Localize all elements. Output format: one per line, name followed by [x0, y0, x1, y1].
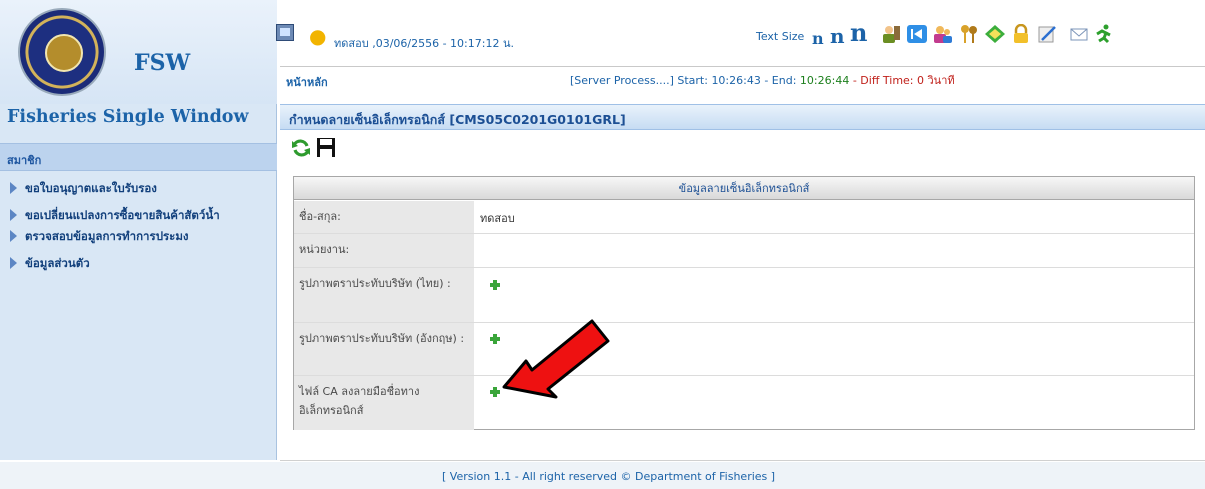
form-header: ข้อมูลลายเซ็นอิเล็กทรอนิกส์	[294, 177, 1194, 200]
name-value: ทดสอบ	[480, 212, 515, 225]
mail-icon[interactable]	[1070, 24, 1088, 44]
text-size-large-button[interactable]: n	[850, 18, 867, 47]
sidebar-item-label: ขอเปลี่ยนแปลงการซื้อขายสินค้าสัตว์น้ำ	[25, 208, 220, 222]
server-prefix: [Server Process....] Start:	[570, 74, 712, 87]
arrow-right-icon	[10, 182, 17, 194]
sidebar-item-label: ขอใบอนุญาตและใบรับรอง	[25, 181, 157, 195]
annotation-arrow-icon	[502, 319, 610, 399]
footer: [ Version 1.1 - All right reserved © Dep…	[0, 462, 1205, 489]
server-diff-time: - Diff Time: 0 วินาที	[849, 74, 955, 87]
server-end-label: - End:	[760, 74, 800, 87]
users-icon[interactable]	[932, 24, 954, 44]
text-size-medium-button[interactable]: n	[830, 24, 845, 48]
arrow-right-icon	[10, 230, 17, 242]
arrow-right-icon	[10, 209, 17, 221]
footer-text: [ Version 1.1 - All right reserved © Dep…	[442, 470, 776, 483]
add-stamp-thai-plus-icon[interactable]	[490, 280, 500, 290]
logout-running-icon[interactable]	[1092, 24, 1114, 44]
page-title: กำหนดลายเซ็นอิเล็กทรอนิกส์ [CMS05C0201G0…	[289, 112, 626, 127]
field-label: หน่วยงาน:	[294, 234, 474, 267]
sidebar: FSW Fisheries Single Window สมาชิก ขอใบอ…	[0, 0, 277, 460]
seal-emblem	[45, 34, 83, 72]
member-section-bar: สมาชิก	[0, 143, 277, 171]
brand-full: Fisheries Single Window	[7, 107, 249, 127]
department-seal-logo	[18, 8, 106, 96]
field-label: รูปภาพตราประทับบริษัท (ไทย) :	[294, 268, 474, 322]
top-divider	[280, 66, 1205, 67]
refresh-icon[interactable]	[291, 138, 311, 158]
form-row-name: ชื่อ-สกุล: ทดสอบ	[294, 201, 1194, 234]
form-row-agency: หน่วยงาน:	[294, 234, 1194, 268]
text-size-small-button[interactable]: n	[812, 29, 824, 48]
sidebar-item-profile[interactable]: ข้อมูลส่วนตัว	[0, 249, 277, 276]
keys-icon[interactable]	[958, 24, 980, 44]
signature-form: ข้อมูลลายเซ็นอิเล็กทรอนิกส์ ชื่อ-สกุล: ท…	[293, 176, 1195, 430]
arrow-right-icon	[10, 257, 17, 269]
user-icon: ●	[309, 24, 327, 48]
text-size-label: Text Size	[756, 30, 805, 43]
server-process-info: [Server Process....] Start: 10:26:43 - E…	[570, 71, 955, 89]
monitor-icon[interactable]	[276, 24, 294, 41]
sidebar-item-license[interactable]: ขอใบอนุญาตและใบรับรอง	[0, 176, 277, 201]
user-info: ทดสอบ ,03/06/2556 - 10:17:12 น.	[334, 37, 514, 50]
brand-short: FSW	[134, 50, 191, 76]
sidebar-item-change-trade[interactable]: ขอเปลี่ยนแปลงการซื้อขายสินค้าสัตว์น้ำ	[0, 201, 277, 228]
form-row-stamp-english: รูปภาพตราประทับบริษัท (อังกฤษ) :	[294, 323, 1194, 376]
logo-area: FSW	[0, 0, 277, 104]
form-row-ca-file: ไฟล์ CA ลงลายมือชื่อทางอิเล็กทรอนิกส์	[294, 376, 1194, 430]
back-to-start-icon[interactable]	[906, 24, 928, 44]
sidebar-item-label: ข้อมูลส่วนตัว	[25, 256, 90, 270]
server-start-time: 10:26:43	[711, 74, 761, 87]
server-end-time: 10:26:44	[799, 74, 850, 87]
save-icon[interactable]	[316, 137, 336, 158]
breadcrumb-home-link[interactable]: หน้าหลัก	[286, 73, 328, 91]
sidebar-item-label: ตรวจสอบข้อมูลการทำการประมง	[25, 229, 189, 243]
field-label: รูปภาพตราประทับบริษัท (อังกฤษ) :	[294, 323, 474, 375]
field-label: ชื่อ-สกุล:	[294, 201, 474, 233]
page-title-bar: กำหนดลายเซ็นอิเล็กทรอนิกส์ [CMS05C0201G0…	[280, 104, 1205, 130]
diamond-icon[interactable]	[984, 24, 1006, 44]
sidebar-item-fishing-check[interactable]: ตรวจสอบข้อมูลการทำการประมง	[0, 228, 277, 249]
pen-sign-icon[interactable]	[1036, 24, 1058, 44]
member-section-label: สมาชิก	[7, 154, 42, 167]
person-tools-icon[interactable]	[880, 24, 902, 44]
form-row-stamp-thai: รูปภาพตราประทับบริษัท (ไทย) :	[294, 268, 1194, 323]
form-header-label: ข้อมูลลายเซ็นอิเล็กทรอนิกส์	[678, 182, 810, 195]
lock-icon[interactable]	[1010, 24, 1032, 44]
content-bottom-divider	[280, 460, 1205, 461]
sidebar-menu: ขอใบอนุญาตและใบรับรอง ขอเปลี่ยนแปลงการซื…	[0, 176, 277, 276]
field-label: ไฟล์ CA ลงลายมือชื่อทางอิเล็กทรอนิกส์	[294, 376, 474, 430]
